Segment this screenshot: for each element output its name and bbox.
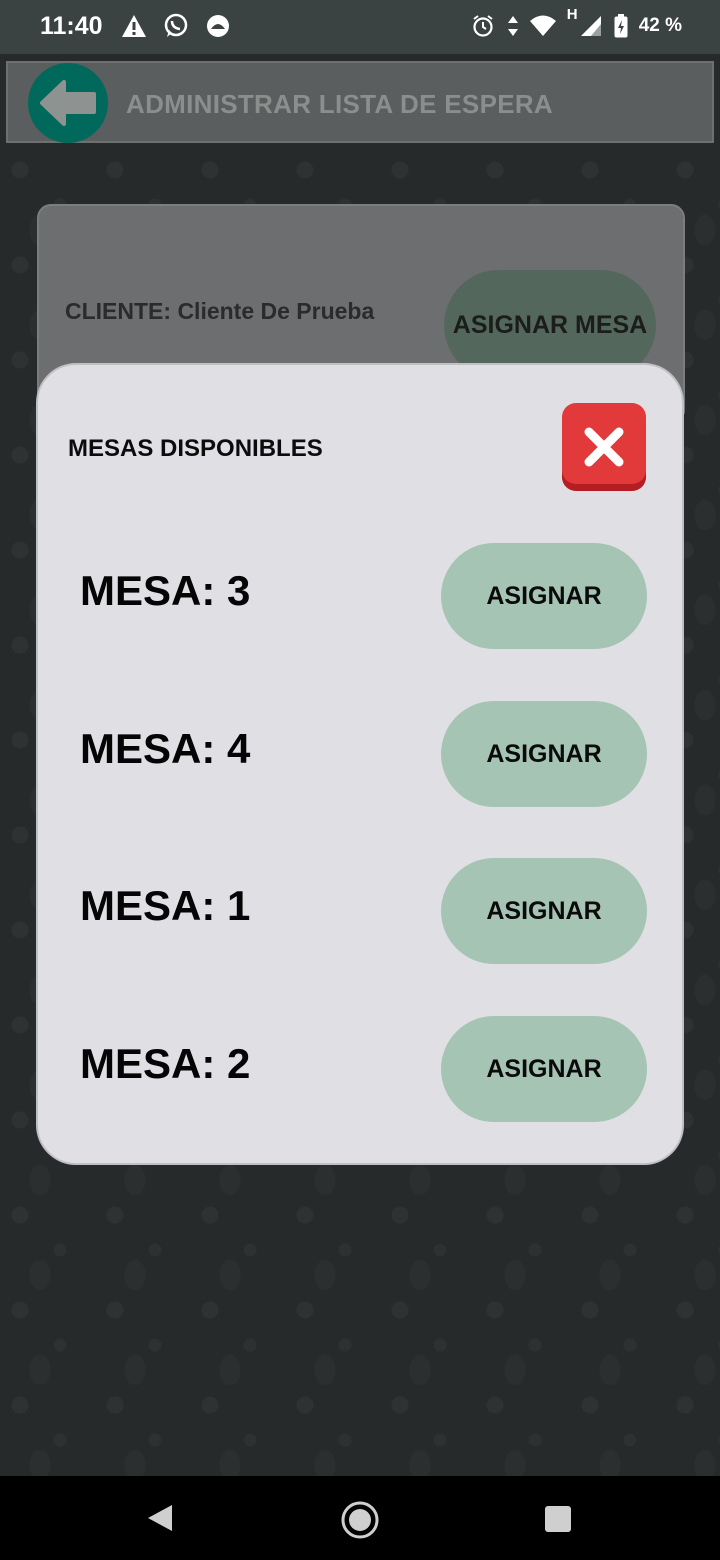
assign-button[interactable]: ASIGNAR xyxy=(441,1016,647,1122)
assign-button[interactable]: ASIGNAR xyxy=(441,543,647,649)
battery-icon xyxy=(613,12,629,40)
back-triangle-icon[interactable] xyxy=(146,1503,174,1533)
navigation-bar xyxy=(0,1476,720,1560)
wifi-icon xyxy=(529,12,557,40)
notification-icons xyxy=(120,12,232,40)
available-tables-dialog: MESAS DISPONIBLES MESA: 3 ASIGNAR MESA: … xyxy=(36,363,684,1165)
dialog-title: MESAS DISPONIBLES xyxy=(68,435,323,462)
signal-icon: H xyxy=(567,6,603,40)
warning-icon xyxy=(120,12,148,40)
home-circle-icon[interactable] xyxy=(340,1500,380,1540)
status-time: 11:40 xyxy=(40,12,103,40)
table-label: MESA: 3 xyxy=(80,567,251,614)
table-label: MESA: 1 xyxy=(80,882,251,929)
system-status-icons: H 42 % xyxy=(469,6,682,40)
battery-percent: 42 % xyxy=(638,15,682,36)
back-button[interactable] xyxy=(28,63,108,143)
client-name: CLIENTE: Cliente De Prueba xyxy=(65,298,375,324)
page-title: ADMINISTRAR LISTA DE ESPERA xyxy=(126,89,554,119)
app-bar: ADMINISTRAR LISTA DE ESPERA xyxy=(6,61,714,143)
assign-button[interactable]: ASIGNAR xyxy=(441,858,647,964)
assign-button[interactable]: ASIGNAR xyxy=(441,701,647,807)
table-row: MESA: 2 ASIGNAR xyxy=(38,1016,682,1122)
close-button[interactable] xyxy=(562,403,646,491)
whatsapp-icon xyxy=(162,12,190,40)
app-notification-icon xyxy=(204,12,232,40)
network-type-label: H xyxy=(566,6,578,23)
table-row: MESA: 3 ASIGNAR xyxy=(38,543,682,649)
close-icon xyxy=(584,427,624,467)
table-row: MESA: 4 ASIGNAR xyxy=(38,701,682,807)
recents-square-icon[interactable] xyxy=(545,1506,571,1532)
table-label: MESA: 4 xyxy=(80,725,251,772)
table-row: MESA: 1 ASIGNAR xyxy=(38,858,682,964)
table-label: MESA: 2 xyxy=(80,1040,251,1087)
status-bar: 11:40 H 42 % xyxy=(0,0,720,54)
data-arrows-icon xyxy=(507,12,519,40)
alarm-icon xyxy=(469,12,497,40)
arrow-left-icon xyxy=(40,80,96,126)
